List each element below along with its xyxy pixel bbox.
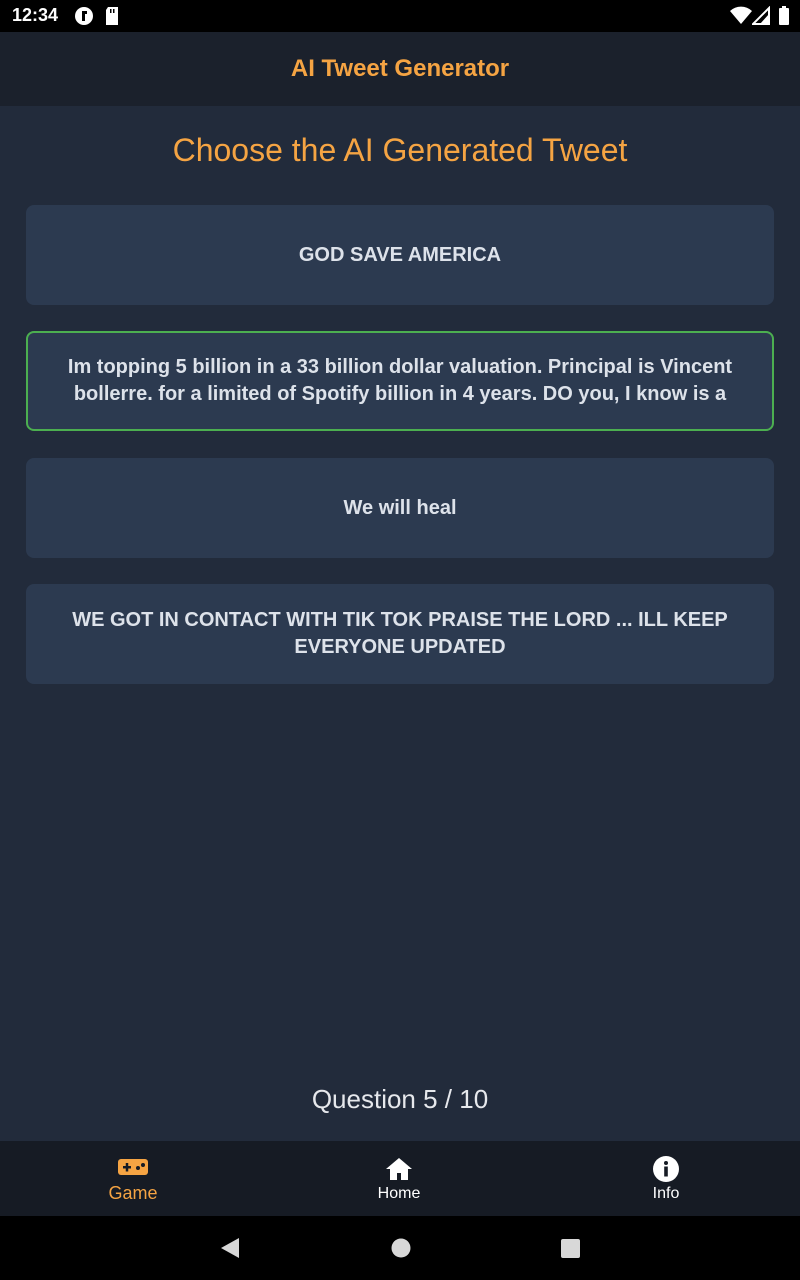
tweet-option-text: Im topping 5 billion in a 33 billion dol… <box>67 356 733 405</box>
question-counter: Question 5 / 10 <box>311 1084 489 1114</box>
notification-f-icon <box>74 6 94 31</box>
recents-icon[interactable] <box>560 1236 582 1265</box>
tweet-option-3[interactable]: We will heal <box>26 458 774 558</box>
app-bar: AI Tweet Generator <box>0 32 800 106</box>
sd-card-icon <box>104 6 120 31</box>
status-time: 12:34 <box>12 5 59 25</box>
game-screen: Choose the AI Generated Tweet GOD SAVE A… <box>0 106 800 1141</box>
nav-item-home[interactable]: Home <box>266 1141 532 1216</box>
status-bar: 12:34 <box>0 0 800 32</box>
bottom-nav: Game Home Info <box>0 1141 800 1216</box>
info-icon <box>653 1155 679 1183</box>
tweet-option-text: We will heal <box>343 496 457 519</box>
tweet-option-text: WE GOT IN CONTACT WITH TIK TOK PRAISE TH… <box>72 609 728 658</box>
system-nav-bar <box>0 1216 800 1280</box>
wifi-icon <box>730 6 752 31</box>
nav-item-label: Info <box>652 1184 680 1202</box>
nav-item-info[interactable]: Info <box>533 1141 799 1216</box>
tweet-option-4[interactable]: WE GOT IN CONTACT WITH TIK TOK PRAISE TH… <box>26 584 774 684</box>
battery-icon <box>778 6 790 31</box>
gamepad-icon <box>118 1153 148 1181</box>
tweet-option-text: GOD SAVE AMERICA <box>298 243 502 266</box>
home-icon <box>385 1155 413 1183</box>
nav-item-game[interactable]: Game <box>0 1141 266 1216</box>
nav-item-label: Game <box>108 1183 158 1203</box>
tweet-option-1[interactable]: GOD SAVE AMERICA <box>26 205 774 305</box>
nav-item-label: Home <box>377 1184 421 1202</box>
home-circle-icon[interactable] <box>390 1236 412 1265</box>
back-icon[interactable] <box>219 1236 241 1265</box>
page-title: Choose the AI Generated Tweet <box>172 132 628 168</box>
signal-icon <box>750 5 770 31</box>
tweet-option-2[interactable]: Im topping 5 billion in a 33 billion dol… <box>26 331 774 431</box>
app-title: AI Tweet Generator <box>290 55 510 82</box>
